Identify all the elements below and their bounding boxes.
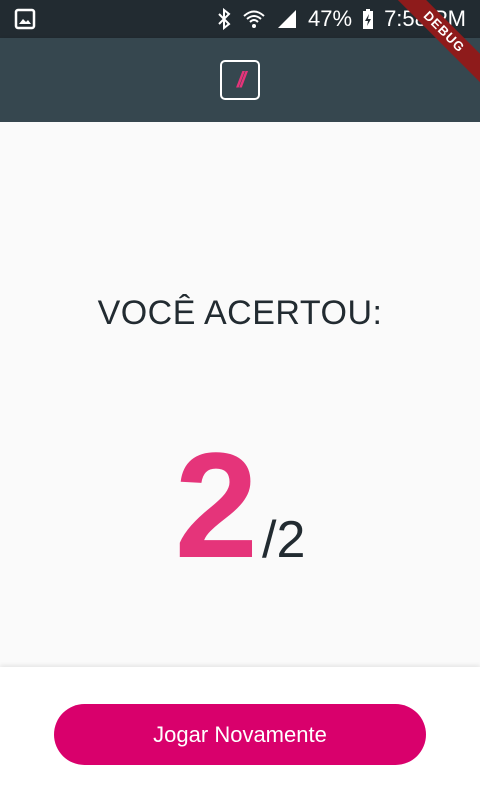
result-title: VOCÊ ACERTOU:: [97, 294, 383, 332]
status-left: [14, 8, 216, 30]
logo-text: //: [236, 67, 246, 92]
app-logo: //: [220, 60, 260, 100]
image-icon: [14, 8, 36, 30]
result-content: VOCÊ ACERTOU: 2 /2: [0, 122, 480, 667]
battery-percent: 47%: [308, 6, 353, 31]
app-bar: //: [0, 38, 480, 122]
battery-charging-icon: [362, 8, 374, 30]
signal-icon: [276, 8, 298, 30]
wifi-icon: [242, 8, 266, 30]
bluetooth-icon: [216, 8, 232, 30]
score-display: 2 /2: [0, 421, 480, 589]
play-again-button[interactable]: Jogar Novamente: [54, 704, 426, 765]
bottom-bar: Jogar Novamente: [0, 667, 480, 800]
score-value: 2: [174, 421, 259, 589]
score-total: /2: [262, 511, 306, 569]
